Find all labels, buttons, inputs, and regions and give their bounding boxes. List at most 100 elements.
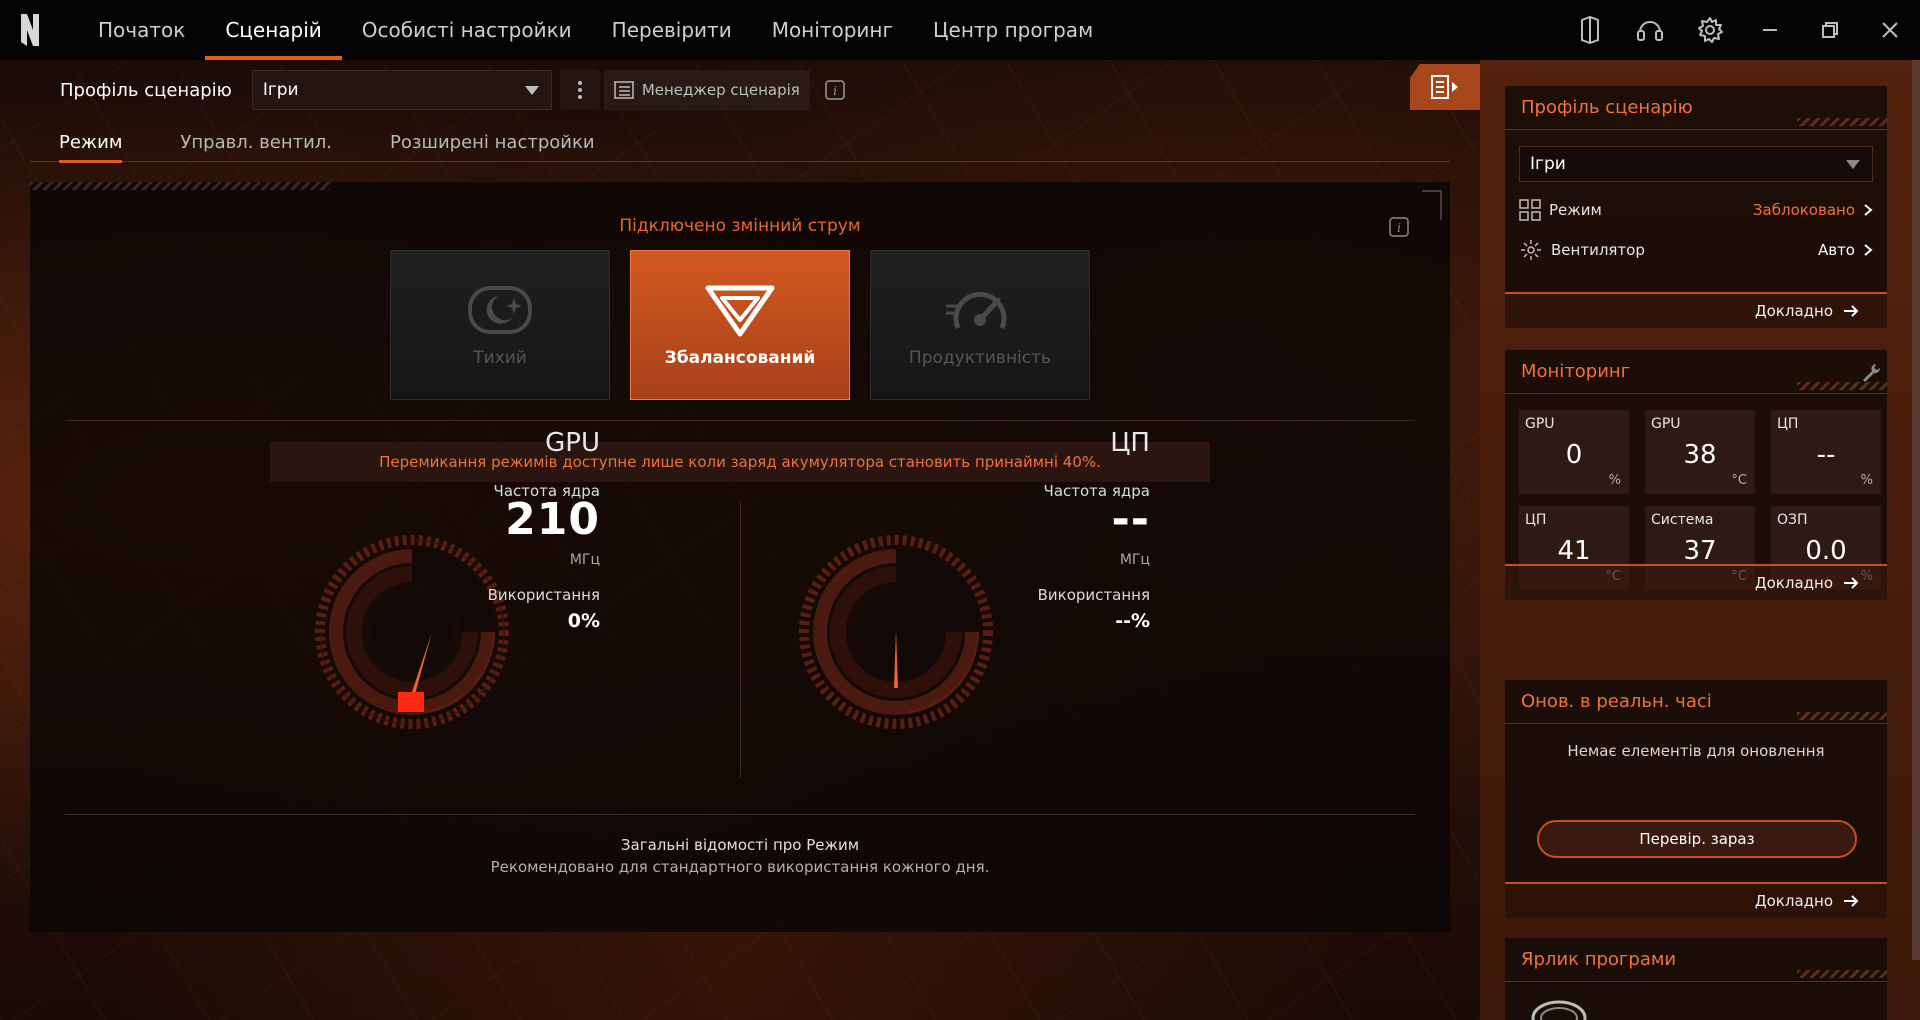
info-icon[interactable]: i [1388,216,1410,242]
tile-value: -- [1816,440,1836,470]
tile-unit: % [1860,473,1873,488]
mode-selector: Тихий Збалансований Продуктивність [390,250,1090,400]
fan-row[interactable]: Вентилятор Авто [1505,230,1887,270]
gear-icon[interactable] [1680,0,1740,60]
chevron-down-icon [1846,160,1860,169]
tab-mode[interactable]: Режим [30,122,151,163]
realtime-card-title: Онов. в реальн. часі [1505,680,1887,724]
monitoring-card: Моніторинг GPU 0 % GPU 38 °C ЦП -- % ЦП … [1505,350,1887,600]
close-icon[interactable] [1860,0,1920,60]
headset-icon[interactable] [1620,0,1680,60]
speedometer-icon [946,291,1007,329]
scenario-profile-select[interactable]: Ігри [251,70,552,110]
sidebar-toggle-button[interactable] [1410,64,1480,110]
tile-value: 37 [1683,536,1717,566]
tab-advanced-settings[interactable]: Розширені настройки [361,122,624,162]
mode-row[interactable]: Режим Заблоковано [1505,190,1887,230]
tab-fan-control[interactable]: Управл. вентил. [151,122,361,162]
profile-card: Профіль сценарію Ігри Режим Заблоковано … [1505,86,1887,328]
tile-cpu-usage: ЦП -- % [1771,410,1881,494]
scenario-manager-button[interactable]: Менеджер сценарія [603,70,810,110]
mode-silent-label: Тихий [473,348,527,368]
tile-label: ЦП [1777,416,1799,432]
divider [65,814,1415,815]
realtime-empty-text: Немає елементів для оновлення [1567,742,1825,760]
mode-balanced-label: Збалансований [664,348,816,368]
tile-value: 38 [1683,440,1717,470]
arrow-right-icon [1844,895,1859,907]
wrench-icon[interactable] [1861,362,1881,382]
nav-monitoring[interactable]: Моніторинг [752,0,913,60]
mode-balanced-button[interactable]: Збалансований [630,250,850,400]
cpu-freq-unit: МГц [1119,552,1150,568]
restore-icon[interactable] [1800,0,1860,60]
grid-icon [1519,199,1541,221]
nav-check[interactable]: Перевірити [592,0,752,60]
tile-value: 0 [1565,440,1583,470]
mode-performance-button[interactable]: Продуктивність [870,250,1090,400]
chevron-down-icon [524,86,539,95]
profile-card-title: Профіль сценарію [1505,86,1887,130]
device-icon[interactable] [1560,0,1620,60]
gpu-usage-label: Використання [487,586,600,604]
mode-about-description: Рекомендовано для стандартного використа… [490,858,990,876]
moon-icon [468,286,532,334]
tile-label: ОЗП [1777,512,1808,528]
cpu-usage-value: --% [1115,610,1150,632]
top-bar: Початок Сценарій Особисті настройки Пере… [0,0,1920,60]
arrow-right-icon [1844,577,1859,589]
balanced-icon [705,285,775,337]
arrow-right-icon [1844,305,1859,317]
tile-unit: % [1608,473,1621,488]
scenario-manager-label: Менеджер сценарія [641,81,800,99]
realtime-updates-card: Онов. в реальн. часі Немає елементів для… [1505,680,1887,918]
mode-silent-button[interactable]: Тихий [390,250,610,400]
gpu-title: GPU [545,428,600,458]
collapse-panel-icon [1431,75,1458,99]
list-icon [614,81,634,99]
chevron-right-icon [1864,204,1873,216]
tile-value: 0.0 [1805,536,1847,566]
shortcut-card-title: Ярлик програми [1505,938,1887,982]
app-shortcut-icon[interactable] [1529,994,1589,1020]
tile-value: 41 [1557,536,1591,566]
gpu-usage-value: 0% [567,610,600,632]
info-icon[interactable]: i [824,79,846,101]
sub-tabs: Режим Управл. вентил. Розширені настройк… [30,122,1450,163]
mode-about-title: Загальні відомості про Режим [620,836,860,854]
nav-personal-settings[interactable]: Особисті настройки [342,0,592,60]
more-label: Докладно [1754,302,1833,320]
more-options-button[interactable] [559,70,600,110]
sidebar-scrollbar[interactable] [1912,60,1920,960]
right-sidebar: Профіль сценарію Ігри Режим Заблоковано … [1480,60,1920,1020]
tile-label: Система [1651,512,1714,528]
nav-app-center[interactable]: Центр програм [913,0,1113,60]
cpu-title: ЦП [1110,428,1150,458]
sidebar-profile-value: Ігри [1530,154,1566,174]
sidebar-profile-select[interactable]: Ігри [1519,146,1873,182]
nav-home[interactable]: Початок [78,0,205,60]
scenario-profile-row: Профіль сценарію Ігри Менеджер сценарія … [60,70,846,110]
tile-unit: °C [1731,473,1747,488]
cpu-usage-label: Використання [1037,586,1150,604]
window-controls [1560,0,1920,60]
minimize-icon[interactable] [1740,0,1800,60]
nav-scenario[interactable]: Сценарій [205,0,343,60]
app-logo [0,0,60,60]
fan-row-label: Вентилятор [1551,241,1645,259]
power-status: Підключено змінний струм [619,216,861,236]
vertical-separator [740,502,741,778]
realtime-card-more-link[interactable]: Докладно [1505,882,1887,918]
more-label: Докладно [1754,892,1833,910]
gpu-freq-unit: МГц [569,552,600,568]
check-now-button[interactable]: Перевір. зараз [1537,820,1857,858]
monitoring-card-more-link[interactable]: Докладно [1505,564,1887,600]
svg-text:i: i [1397,221,1401,235]
main-nav: Початок Сценарій Особисті настройки Пере… [78,0,1113,60]
tile-gpu-usage: GPU 0 % [1519,410,1629,494]
tile-label: GPU [1525,416,1555,432]
monitoring-card-title: Моніторинг [1505,350,1887,394]
chevron-right-icon [1864,244,1873,256]
mode-row-label: Режим [1549,201,1602,219]
profile-card-more-link[interactable]: Докладно [1505,292,1887,328]
